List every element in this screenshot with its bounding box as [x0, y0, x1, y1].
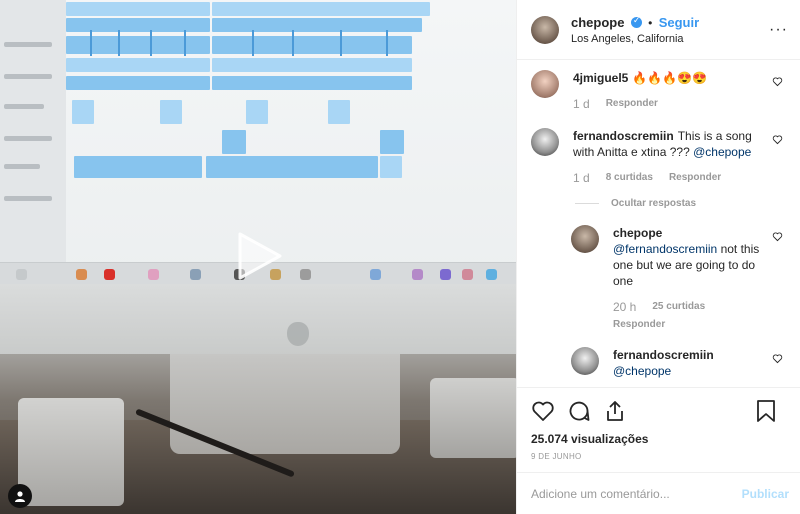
instagram-post: chepope • Seguir Los Angeles, California…: [0, 0, 800, 514]
post-header: chepope • Seguir Los Angeles, California…: [517, 0, 800, 60]
comment-time[interactable]: 20 h: [613, 299, 636, 315]
comment: fernandoscremiin This is a song with Anit…: [531, 128, 789, 186]
add-comment-bar: Publicar: [517, 472, 800, 514]
reply-comment: fernandoscremiin @chepope: [571, 347, 789, 379]
share-icon[interactable]: [603, 399, 627, 423]
comment-time[interactable]: 1 d: [573, 170, 590, 186]
hide-replies-label: Ocultar respostas: [611, 198, 697, 209]
post-header-meta: chepope • Seguir Los Angeles, California: [571, 15, 769, 45]
avatar[interactable]: [531, 128, 559, 156]
view-count[interactable]: 25.074 visualizações: [531, 432, 789, 446]
post-sidebar: chepope • Seguir Los Angeles, California…: [516, 0, 800, 514]
post-actions: 25.074 visualizações 9 DE JUNHO: [517, 387, 800, 461]
reply-button[interactable]: Responder: [669, 170, 721, 186]
comment-username[interactable]: 4jmiguel5: [573, 71, 628, 85]
hide-replies-button[interactable]: Ocultar respostas: [575, 198, 789, 209]
comment-mention[interactable]: @chepope: [613, 364, 671, 378]
play-icon[interactable]: [226, 224, 290, 288]
comment-time[interactable]: 1 d: [573, 96, 590, 112]
comment-text: 🔥🔥🔥😍😍: [632, 71, 708, 85]
post-date[interactable]: 9 DE JUNHO: [531, 452, 789, 461]
reply-comment: chepope @fernandoscremiin not this one bu…: [571, 225, 789, 333]
comment-username[interactable]: fernandoscremiin: [573, 129, 674, 143]
more-options-icon[interactable]: ···: [769, 21, 788, 39]
like-comment-icon[interactable]: [772, 134, 783, 145]
video-player[interactable]: [0, 0, 516, 514]
separator-dot: •: [648, 15, 653, 30]
reply-button[interactable]: Responder: [606, 96, 658, 112]
reply-button[interactable]: Responder: [613, 317, 665, 333]
comment-mention[interactable]: @chepope: [693, 145, 751, 159]
video-frame-bezel: [0, 284, 516, 354]
like-comment-icon[interactable]: [772, 231, 783, 242]
add-comment-input[interactable]: [531, 486, 742, 501]
comments-list[interactable]: 4jmiguel5 🔥🔥🔥😍😍 1 d Responder fernandoscr…: [517, 60, 800, 387]
comment-username[interactable]: fernandoscremiin: [613, 348, 714, 362]
follow-button[interactable]: Seguir: [659, 15, 699, 30]
avatar[interactable]: [571, 225, 599, 253]
video-frame-speaker-left: [18, 398, 124, 506]
save-bookmark-icon[interactable]: [755, 399, 777, 423]
location-link[interactable]: Los Angeles, California: [571, 33, 769, 45]
comment-icon[interactable]: [567, 399, 591, 423]
video-frame-daw-sidebar: [0, 0, 66, 270]
like-comment-icon[interactable]: [772, 76, 783, 87]
like-icon[interactable]: [531, 399, 555, 423]
verified-badge-icon: [630, 15, 642, 28]
comment-likes[interactable]: 25 curtidas: [652, 299, 705, 315]
apple-logo: [287, 322, 309, 346]
tagged-user-icon[interactable]: [8, 484, 32, 508]
comment-likes[interactable]: 8 curtidas: [606, 170, 653, 186]
author-username[interactable]: chepope: [571, 15, 624, 30]
like-comment-icon[interactable]: [772, 353, 783, 364]
avatar[interactable]: [531, 70, 559, 98]
comment-mention[interactable]: @fernandoscremiin: [613, 242, 717, 256]
avatar[interactable]: [571, 347, 599, 375]
comment-username[interactable]: chepope: [613, 226, 662, 240]
avatar[interactable]: [531, 15, 559, 44]
comment: 4jmiguel5 🔥🔥🔥😍😍 1 d Responder: [531, 70, 789, 112]
post-comment-button[interactable]: Publicar: [742, 487, 789, 501]
video-frame-speaker-right: [430, 378, 516, 458]
